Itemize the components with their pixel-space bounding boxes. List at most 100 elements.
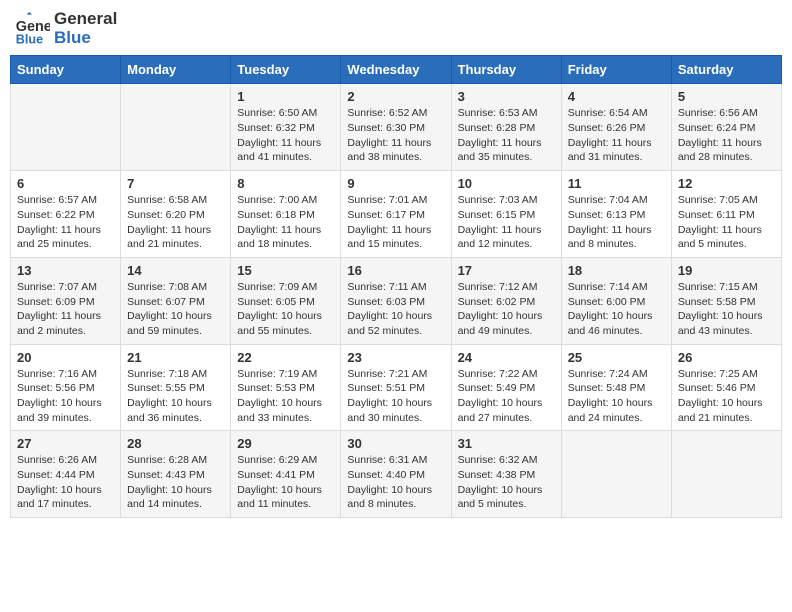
day-number: 3 xyxy=(458,89,555,104)
day-number: 20 xyxy=(17,350,114,365)
cell-info: Sunrise: 6:56 AMSunset: 6:24 PMDaylight:… xyxy=(678,106,775,165)
cell-info: Sunrise: 7:22 AMSunset: 5:49 PMDaylight:… xyxy=(458,367,555,426)
day-number: 4 xyxy=(568,89,665,104)
cell-info: Sunrise: 7:01 AMSunset: 6:17 PMDaylight:… xyxy=(347,193,444,252)
header-monday: Monday xyxy=(121,56,231,84)
header-tuesday: Tuesday xyxy=(231,56,341,84)
calendar-cell: 25 Sunrise: 7:24 AMSunset: 5:48 PMDayligh… xyxy=(561,344,671,431)
cell-info: Sunrise: 7:00 AMSunset: 6:18 PMDaylight:… xyxy=(237,193,334,252)
calendar-cell: 12 Sunrise: 7:05 AMSunset: 6:11 PMDayligh… xyxy=(671,171,781,258)
day-number: 29 xyxy=(237,436,334,451)
header-sunday: Sunday xyxy=(11,56,121,84)
cell-info: Sunrise: 7:14 AMSunset: 6:00 PMDaylight:… xyxy=(568,280,665,339)
calendar-cell xyxy=(11,84,121,171)
day-number: 19 xyxy=(678,263,775,278)
day-number: 9 xyxy=(347,176,444,191)
calendar-cell: 31 Sunrise: 6:32 AMSunset: 4:38 PMDayligh… xyxy=(451,431,561,518)
day-number: 5 xyxy=(678,89,775,104)
calendar-cell: 24 Sunrise: 7:22 AMSunset: 5:49 PMDayligh… xyxy=(451,344,561,431)
calendar-cell: 6Sunrise: 6:57 AMSunset: 6:22 PMDaylight… xyxy=(11,171,121,258)
day-number: 25 xyxy=(568,350,665,365)
cell-info: Sunrise: 7:11 AMSunset: 6:03 PMDaylight:… xyxy=(347,280,444,339)
cell-info: Sunrise: 7:18 AMSunset: 5:55 PMDaylight:… xyxy=(127,367,224,426)
logo: General Blue General Blue xyxy=(14,10,117,47)
calendar-cell: 2Sunrise: 6:52 AMSunset: 6:30 PMDaylight… xyxy=(341,84,451,171)
day-number: 6 xyxy=(17,176,114,191)
cell-info: Sunrise: 7:03 AMSunset: 6:15 PMDaylight:… xyxy=(458,193,555,252)
header-friday: Friday xyxy=(561,56,671,84)
cell-info: Sunrise: 7:25 AMSunset: 5:46 PMDaylight:… xyxy=(678,367,775,426)
cell-info: Sunrise: 6:50 AMSunset: 6:32 PMDaylight:… xyxy=(237,106,334,165)
calendar-cell: 19 Sunrise: 7:15 AMSunset: 5:58 PMDayligh… xyxy=(671,257,781,344)
day-number: 28 xyxy=(127,436,224,451)
day-number: 15 xyxy=(237,263,334,278)
logo-blue: Blue xyxy=(54,29,117,48)
cell-info: Sunrise: 6:26 AMSunset: 4:44 PMDaylight:… xyxy=(17,453,114,512)
calendar-cell: 4 Sunrise: 6:54 AMSunset: 6:26 PMDaylight… xyxy=(561,84,671,171)
calendar-cell: 14Sunrise: 7:08 AMSunset: 6:07 PMDayligh… xyxy=(121,257,231,344)
day-number: 18 xyxy=(568,263,665,278)
calendar-cell xyxy=(671,431,781,518)
calendar-cell: 5 Sunrise: 6:56 AMSunset: 6:24 PMDaylight… xyxy=(671,84,781,171)
page-header: General Blue General Blue xyxy=(10,10,782,47)
calendar-cell: 17 Sunrise: 7:12 AMSunset: 6:02 PMDayligh… xyxy=(451,257,561,344)
calendar-header-row: SundayMondayTuesdayWednesdayThursdayFrid… xyxy=(11,56,782,84)
day-number: 16 xyxy=(347,263,444,278)
cell-info: Sunrise: 6:29 AMSunset: 4:41 PMDaylight:… xyxy=(237,453,334,512)
calendar-cell: 20 Sunrise: 7:16 AMSunset: 5:56 PMDayligh… xyxy=(11,344,121,431)
cell-info: Sunrise: 7:08 AMSunset: 6:07 PMDaylight:… xyxy=(127,280,224,339)
day-number: 22 xyxy=(237,350,334,365)
cell-info: Sunrise: 7:07 AMSunset: 6:09 PMDaylight:… xyxy=(17,280,114,339)
calendar-cell: 27 Sunrise: 6:26 AMSunset: 4:44 PMDayligh… xyxy=(11,431,121,518)
calendar-cell: 7 Sunrise: 6:58 AMSunset: 6:20 PMDaylight… xyxy=(121,171,231,258)
day-number: 11 xyxy=(568,176,665,191)
day-number: 27 xyxy=(17,436,114,451)
day-number: 7 xyxy=(127,176,224,191)
calendar-cell: 3 Sunrise: 6:53 AMSunset: 6:28 PMDaylight… xyxy=(451,84,561,171)
day-number: 23 xyxy=(347,350,444,365)
calendar-cell: 30 Sunrise: 6:31 AMSunset: 4:40 PMDayligh… xyxy=(341,431,451,518)
cell-info: Sunrise: 6:58 AMSunset: 6:20 PMDaylight:… xyxy=(127,193,224,252)
cell-info: Sunrise: 7:16 AMSunset: 5:56 PMDaylight:… xyxy=(17,367,114,426)
cell-info: Sunrise: 6:28 AMSunset: 4:43 PMDaylight:… xyxy=(127,453,224,512)
calendar-cell: 21Sunrise: 7:18 AMSunset: 5:55 PMDayligh… xyxy=(121,344,231,431)
cell-info: Sunrise: 6:32 AMSunset: 4:38 PMDaylight:… xyxy=(458,453,555,512)
day-number: 10 xyxy=(458,176,555,191)
calendar-cell: 11 Sunrise: 7:04 AMSunset: 6:13 PMDayligh… xyxy=(561,171,671,258)
calendar-week-5: 27 Sunrise: 6:26 AMSunset: 4:44 PMDayligh… xyxy=(11,431,782,518)
calendar-cell: 18 Sunrise: 7:14 AMSunset: 6:00 PMDayligh… xyxy=(561,257,671,344)
cell-info: Sunrise: 7:15 AMSunset: 5:58 PMDaylight:… xyxy=(678,280,775,339)
cell-info: Sunrise: 7:09 AMSunset: 6:05 PMDaylight:… xyxy=(237,280,334,339)
day-number: 12 xyxy=(678,176,775,191)
cell-info: Sunrise: 6:52 AMSunset: 6:30 PMDaylight:… xyxy=(347,106,444,165)
calendar-week-3: 13Sunrise: 7:07 AMSunset: 6:09 PMDayligh… xyxy=(11,257,782,344)
calendar-cell: 29 Sunrise: 6:29 AMSunset: 4:41 PMDayligh… xyxy=(231,431,341,518)
header-wednesday: Wednesday xyxy=(341,56,451,84)
cell-info: Sunrise: 7:04 AMSunset: 6:13 PMDaylight:… xyxy=(568,193,665,252)
cell-info: Sunrise: 6:54 AMSunset: 6:26 PMDaylight:… xyxy=(568,106,665,165)
calendar-cell: 13Sunrise: 7:07 AMSunset: 6:09 PMDayligh… xyxy=(11,257,121,344)
cell-info: Sunrise: 7:12 AMSunset: 6:02 PMDaylight:… xyxy=(458,280,555,339)
calendar-cell: 15 Sunrise: 7:09 AMSunset: 6:05 PMDayligh… xyxy=(231,257,341,344)
day-number: 26 xyxy=(678,350,775,365)
day-number: 30 xyxy=(347,436,444,451)
calendar-cell: 16 Sunrise: 7:11 AMSunset: 6:03 PMDayligh… xyxy=(341,257,451,344)
day-number: 24 xyxy=(458,350,555,365)
cell-info: Sunrise: 7:21 AMSunset: 5:51 PMDaylight:… xyxy=(347,367,444,426)
calendar-cell: 1Sunrise: 6:50 AMSunset: 6:32 PMDaylight… xyxy=(231,84,341,171)
calendar-week-4: 20 Sunrise: 7:16 AMSunset: 5:56 PMDayligh… xyxy=(11,344,782,431)
cell-info: Sunrise: 7:24 AMSunset: 5:48 PMDaylight:… xyxy=(568,367,665,426)
calendar-cell: 26 Sunrise: 7:25 AMSunset: 5:46 PMDayligh… xyxy=(671,344,781,431)
day-number: 17 xyxy=(458,263,555,278)
calendar-week-2: 6Sunrise: 6:57 AMSunset: 6:22 PMDaylight… xyxy=(11,171,782,258)
cell-info: Sunrise: 6:31 AMSunset: 4:40 PMDaylight:… xyxy=(347,453,444,512)
cell-info: Sunrise: 6:53 AMSunset: 6:28 PMDaylight:… xyxy=(458,106,555,165)
day-number: 31 xyxy=(458,436,555,451)
calendar-cell: 10 Sunrise: 7:03 AMSunset: 6:15 PMDayligh… xyxy=(451,171,561,258)
header-thursday: Thursday xyxy=(451,56,561,84)
calendar-cell: 8Sunrise: 7:00 AMSunset: 6:18 PMDaylight… xyxy=(231,171,341,258)
cell-info: Sunrise: 7:05 AMSunset: 6:11 PMDaylight:… xyxy=(678,193,775,252)
cell-info: Sunrise: 7:19 AMSunset: 5:53 PMDaylight:… xyxy=(237,367,334,426)
calendar-cell: 22 Sunrise: 7:19 AMSunset: 5:53 PMDayligh… xyxy=(231,344,341,431)
svg-text:Blue: Blue xyxy=(16,32,43,46)
